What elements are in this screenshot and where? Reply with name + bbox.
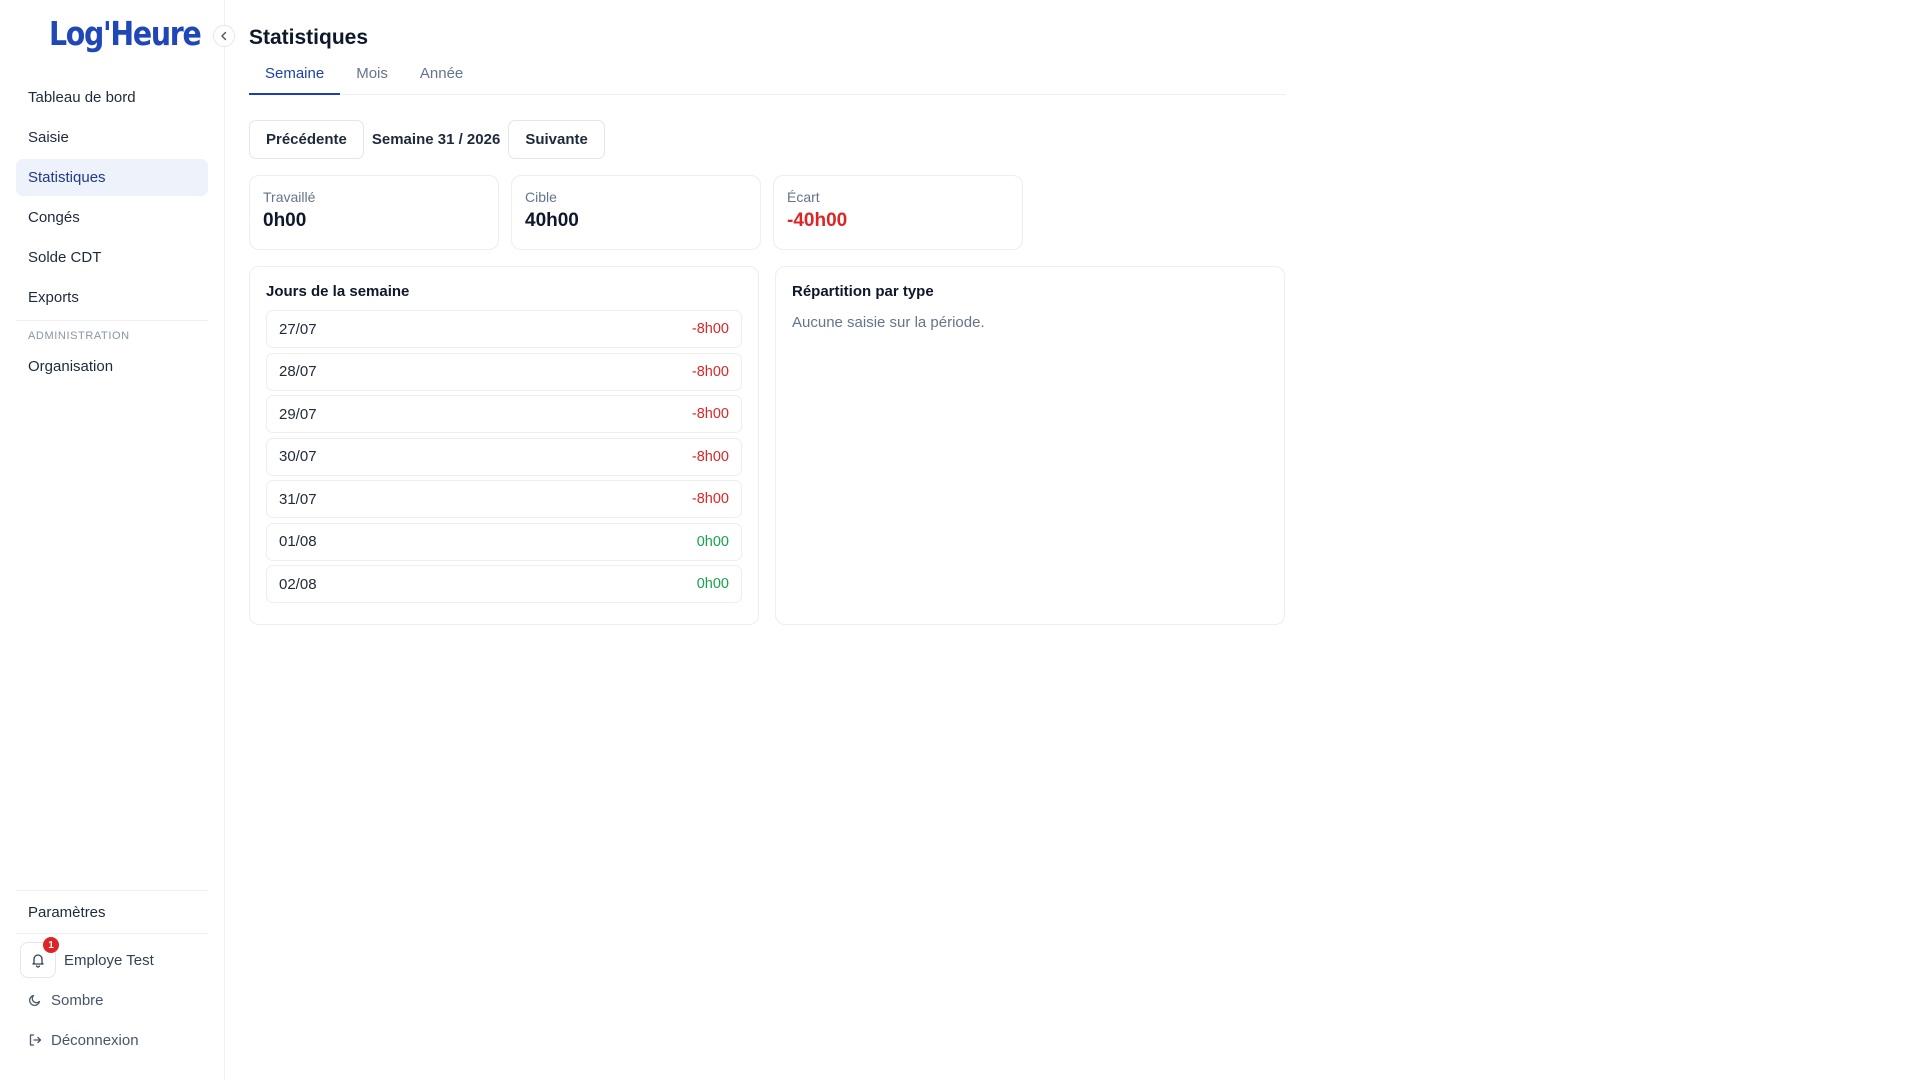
app-logo[interactable]: Log'Heure [49,14,202,53]
empty-state-text: Aucune saisie sur la période. [792,314,985,331]
panel-title: Jours de la semaine [266,283,410,300]
next-week-button[interactable]: Suivante [508,120,605,159]
tab-year[interactable]: Année [404,62,479,95]
stat-card-difference: Écart -40h00 [773,175,1023,250]
stat-label: Cible [525,189,557,205]
day-difference: 0h00 [696,533,729,550]
sidebar-item-exports[interactable]: Exports [16,279,208,316]
sidebar-item-organisation[interactable]: Organisation [16,348,208,385]
notification-badge: 1 [43,937,59,953]
moon-icon [28,994,41,1007]
sidebar-item-label: Saisie [28,129,69,146]
day-date: 31/07 [279,490,317,508]
day-difference: -8h00 [691,363,729,380]
sidebar-item-leave[interactable]: Congés [16,199,208,236]
logout-icon [29,1034,42,1046]
week-navigator: Précédente Semaine 31 / 2026 Suivante [249,120,605,159]
nav-section-heading: ADMINISTRATION [28,330,130,342]
user-row: 1 Employe Test [16,937,208,980]
bell-icon [32,954,44,968]
sidebar-item-label: Tableau de bord [28,89,136,106]
sidebar: Log'Heure Tableau de bord Saisie Statist… [0,0,235,1080]
nav-divider [16,320,208,321]
app: Log'Heure Tableau de bord Saisie Statist… [0,0,1920,1080]
logout-label: Déconnexion [51,1031,139,1049]
notifications-button[interactable]: 1 [20,937,59,978]
sidebar-item-statistics[interactable]: Statistiques [16,159,208,196]
stat-value: 0h00 [263,210,307,231]
sidebar-item-settings[interactable]: Paramètres [16,891,208,933]
day-row: 28/07 -8h00 [266,352,742,391]
day-difference: -8h00 [691,448,729,465]
sidebar-item-cdt-balance[interactable]: Solde CDT [16,239,208,276]
stat-value: 40h00 [525,210,579,231]
day-row: 02/08 0h00 [266,565,742,603]
type-breakdown-panel: Répartition par type Aucune saisie sur l… [775,266,1285,625]
stat-label: Travaillé [263,189,316,205]
sidebar-item-label: Paramètres [28,903,106,921]
sidebar-item-label: Congés [28,209,80,226]
stat-card-worked: Travaillé 0h00 [249,175,499,250]
day-date: 27/07 [279,320,317,338]
day-date: 30/07 [279,448,317,465]
day-date: 29/07 [279,405,317,423]
stat-label: Écart [787,189,820,205]
day-difference: 0h00 [696,576,729,592]
theme-toggle[interactable]: Sombre [16,980,208,1020]
day-difference: -8h00 [691,491,729,507]
stat-card-target: Cible 40h00 [511,175,761,250]
logout-button[interactable]: Déconnexion [16,1020,208,1060]
main-content: Statistiques Semaine Mois Année Précéden… [225,0,1920,1080]
sidebar-item-dashboard[interactable]: Tableau de bord [16,79,208,116]
stat-value: -40h00 [787,210,848,231]
tab-month[interactable]: Mois [340,62,404,95]
sidebar-item-label: Solde CDT [28,249,102,266]
sidebar-item-entry[interactable]: Saisie [16,119,208,156]
day-date: 01/08 [279,533,317,550]
tab-week[interactable]: Semaine [249,62,341,95]
stat-cards: Travaillé 0h00 Cible 40h00 Écart -40h00 [249,175,1023,250]
day-row: 31/07 -8h00 [266,480,742,518]
sidebar-footer: Paramètres 1 Employe Test Sombre Déconne… [16,890,208,1060]
theme-label: Sombre [51,991,104,1009]
footer-divider [16,933,208,934]
day-row: 01/08 0h00 [266,522,742,561]
day-difference: -8h00 [691,321,729,337]
sidebar-nav: Tableau de bord Saisie Statistiques Cong… [16,79,208,388]
user-name: Employe Test [64,951,154,969]
chevron-left-icon [221,31,227,41]
sidebar-item-label: Exports [28,289,79,306]
week-days-panel: Jours de la semaine 27/07 -8h00 28/07 -8h0… [249,266,759,625]
day-date: 28/07 [279,363,317,380]
panel-title: Répartition par type [792,283,934,300]
collapse-sidebar-button[interactable] [213,25,235,47]
sidebar-item-label: Organisation [28,358,114,375]
day-difference: -8h00 [691,406,729,422]
day-row: 29/07 -8h00 [266,395,742,433]
page-title: Statistiques [249,26,369,49]
day-row: 27/07 -8h00 [266,310,742,348]
period-tabs: Semaine Mois Année [249,62,1285,95]
current-week-label: Semaine 31 / 2026 [371,131,501,148]
day-date: 02/08 [279,575,317,593]
sidebar-item-label: Statistiques [28,169,106,186]
day-row: 30/07 -8h00 [266,437,742,476]
previous-week-button[interactable]: Précédente [249,120,364,159]
